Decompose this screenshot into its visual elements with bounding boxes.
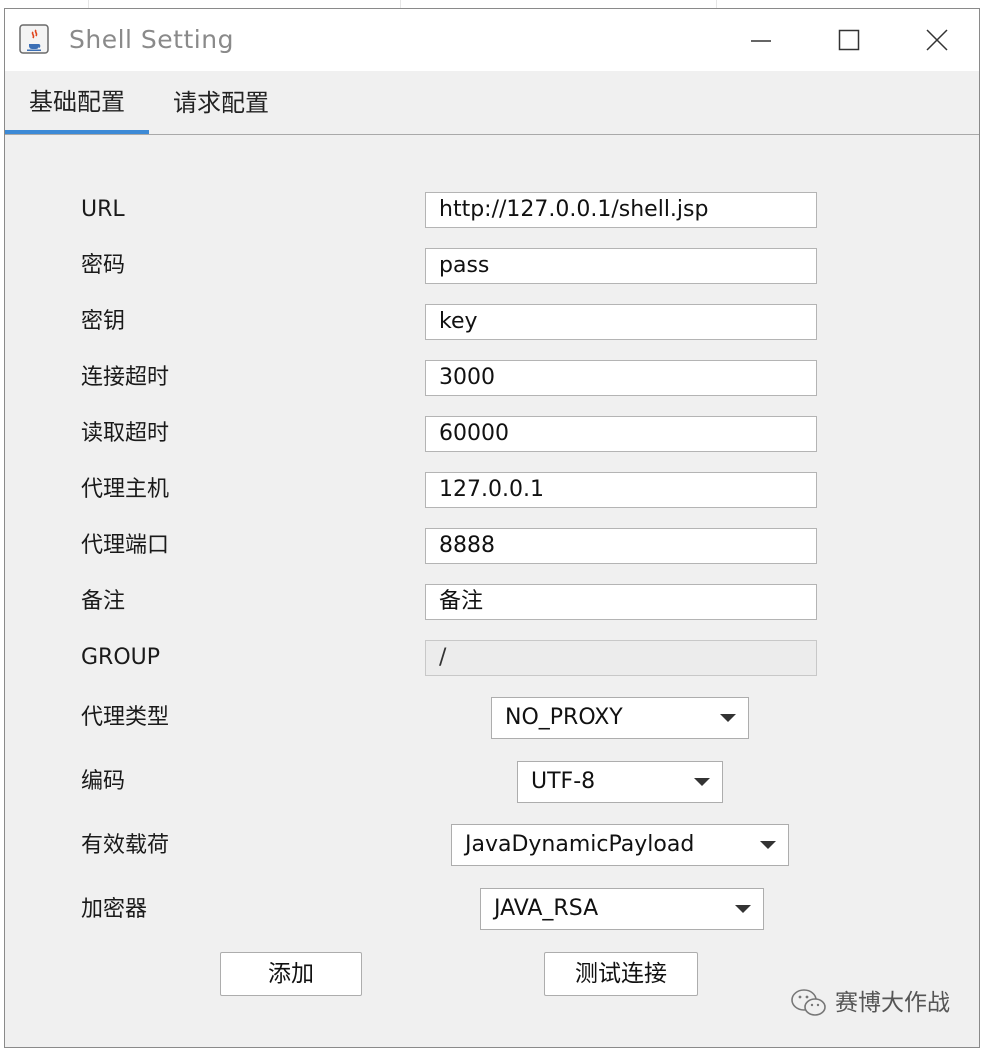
window-title: Shell Setting [69, 25, 234, 54]
shell-setting-window: Shell Setting 基础配置 请求配置 URL http://127.0… [4, 8, 980, 1048]
tab-basic-config[interactable]: 基础配置 [5, 71, 149, 134]
url-input[interactable]: http://127.0.0.1/shell.jsp [425, 192, 817, 228]
cryption-select[interactable]: JAVA_RSA [480, 888, 764, 930]
chevron-down-icon [735, 905, 751, 913]
password-label: 密码 [81, 253, 126, 278]
background-divider [716, 0, 717, 8]
add-button[interactable]: 添加 [220, 952, 362, 996]
read-timeout-label: 读取超时 [81, 421, 170, 446]
proxy-port-label: 代理端口 [81, 533, 170, 558]
chevron-down-icon [720, 714, 736, 722]
proxy-type-label: 代理类型 [81, 705, 170, 730]
maximize-icon[interactable] [831, 22, 867, 58]
group-label: GROUP [81, 645, 161, 670]
close-icon[interactable] [919, 22, 955, 58]
watermark-text: 赛博大作战 [835, 990, 950, 1016]
java-app-icon [19, 24, 49, 54]
minimize-icon[interactable] [743, 22, 779, 58]
encoding-label: 编码 [81, 769, 126, 794]
proxy-host-label: 代理主机 [81, 477, 170, 502]
remark-input[interactable]: 备注 [425, 584, 817, 620]
test-connection-button[interactable]: 测试连接 [544, 952, 698, 996]
read-timeout-input[interactable]: 60000 [425, 416, 817, 452]
key-input[interactable]: key [425, 304, 817, 340]
url-label: URL [81, 197, 125, 222]
payload-label: 有效载荷 [81, 833, 170, 858]
payload-select[interactable]: JavaDynamicPayload [451, 824, 789, 866]
tab-bar: 基础配置 请求配置 [5, 71, 979, 135]
connect-timeout-label: 连接超时 [81, 365, 170, 390]
proxy-host-input[interactable]: 127.0.0.1 [425, 472, 817, 508]
encoding-select[interactable]: UTF-8 [517, 761, 723, 803]
chevron-down-icon [760, 841, 776, 849]
proxy-port-input[interactable]: 8888 [425, 528, 817, 564]
group-input: / [425, 640, 817, 676]
wechat-icon [791, 989, 826, 1016]
title-bar: Shell Setting [5, 9, 979, 71]
tab-request-config[interactable]: 请求配置 [155, 71, 287, 134]
chevron-down-icon [694, 778, 710, 786]
cryption-label: 加密器 [81, 897, 148, 922]
connect-timeout-input[interactable]: 3000 [425, 360, 817, 396]
payload-value: JavaDynamicPayload [465, 832, 695, 857]
cryption-value: JAVA_RSA [494, 896, 599, 921]
key-label: 密钥 [81, 309, 126, 334]
password-input[interactable]: pass [425, 248, 817, 284]
background-divider [400, 0, 401, 8]
remark-label: 备注 [81, 589, 126, 614]
proxy-type-value: NO_PROXY [505, 705, 623, 730]
background-divider [88, 0, 89, 8]
encoding-value: UTF-8 [531, 769, 596, 794]
proxy-type-select[interactable]: NO_PROXY [491, 697, 749, 739]
